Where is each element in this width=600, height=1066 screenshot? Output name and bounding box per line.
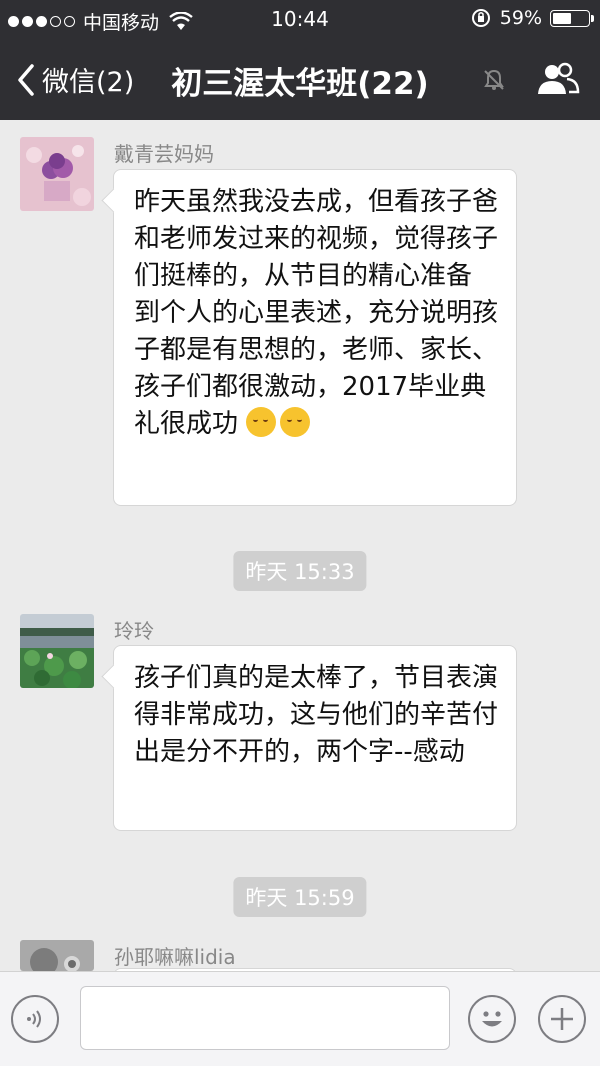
more-plus-button[interactable] xyxy=(538,995,586,1043)
nav-bar: 微信(2) 初三渥太华班(22) xyxy=(0,38,600,120)
smiley-icon xyxy=(482,1011,502,1027)
hugging-face-icon xyxy=(280,407,311,437)
sender-name: 孙耶嘛嘛lidia xyxy=(114,945,236,969)
voice-toggle-button[interactable] xyxy=(11,995,59,1043)
plus-icon xyxy=(551,1008,573,1030)
timestamp-pill: 昨天 15:33 xyxy=(233,551,367,591)
group-members-icon[interactable] xyxy=(536,62,580,96)
battery-fill xyxy=(553,12,572,24)
status-right: 59% xyxy=(470,7,594,29)
status-bar: 中国移动 10:44 59% xyxy=(0,0,600,38)
avatar[interactable] xyxy=(20,940,94,971)
mute-bell-icon xyxy=(484,69,504,90)
battery-percent: 59% xyxy=(499,7,542,29)
chat-title: 初三渥太华班(22) xyxy=(171,66,429,102)
avatar[interactable] xyxy=(20,137,94,211)
message-text: 孩子们真的是太棒了，节目表演得非常成功，这与他们的辛苦付出是分不开的，两个字--… xyxy=(134,663,499,767)
voice-icon xyxy=(27,1010,41,1028)
hugging-face-icon xyxy=(246,407,277,437)
timestamp-pill: 昨天 15:59 xyxy=(233,877,367,917)
rotation-lock-icon xyxy=(471,9,490,27)
avatar[interactable] xyxy=(20,614,94,688)
input-bar xyxy=(0,971,600,1066)
battery-icon xyxy=(550,9,594,27)
message-input[interactable] xyxy=(80,986,450,1050)
message-bubble[interactable]: 孩子们真的是太棒了，节目表演得非常成功，这与他们的辛苦付出是分不开的，两个字--… xyxy=(113,645,517,831)
emoji-button[interactable] xyxy=(468,995,516,1043)
message-bubble[interactable]: 昨天虽然我没去成，但看孩子爸和老师发过来的视频，觉得孩子们挺棒的，从节目的精心准… xyxy=(113,169,517,506)
message-text: 昨天虽然我没去成，但看孩子爸和老师发过来的视频，觉得孩子们挺棒的，从节目的精心准… xyxy=(134,187,499,439)
sender-name: 玲玲 xyxy=(114,619,154,643)
sender-name: 戴青芸妈妈 xyxy=(114,142,214,166)
